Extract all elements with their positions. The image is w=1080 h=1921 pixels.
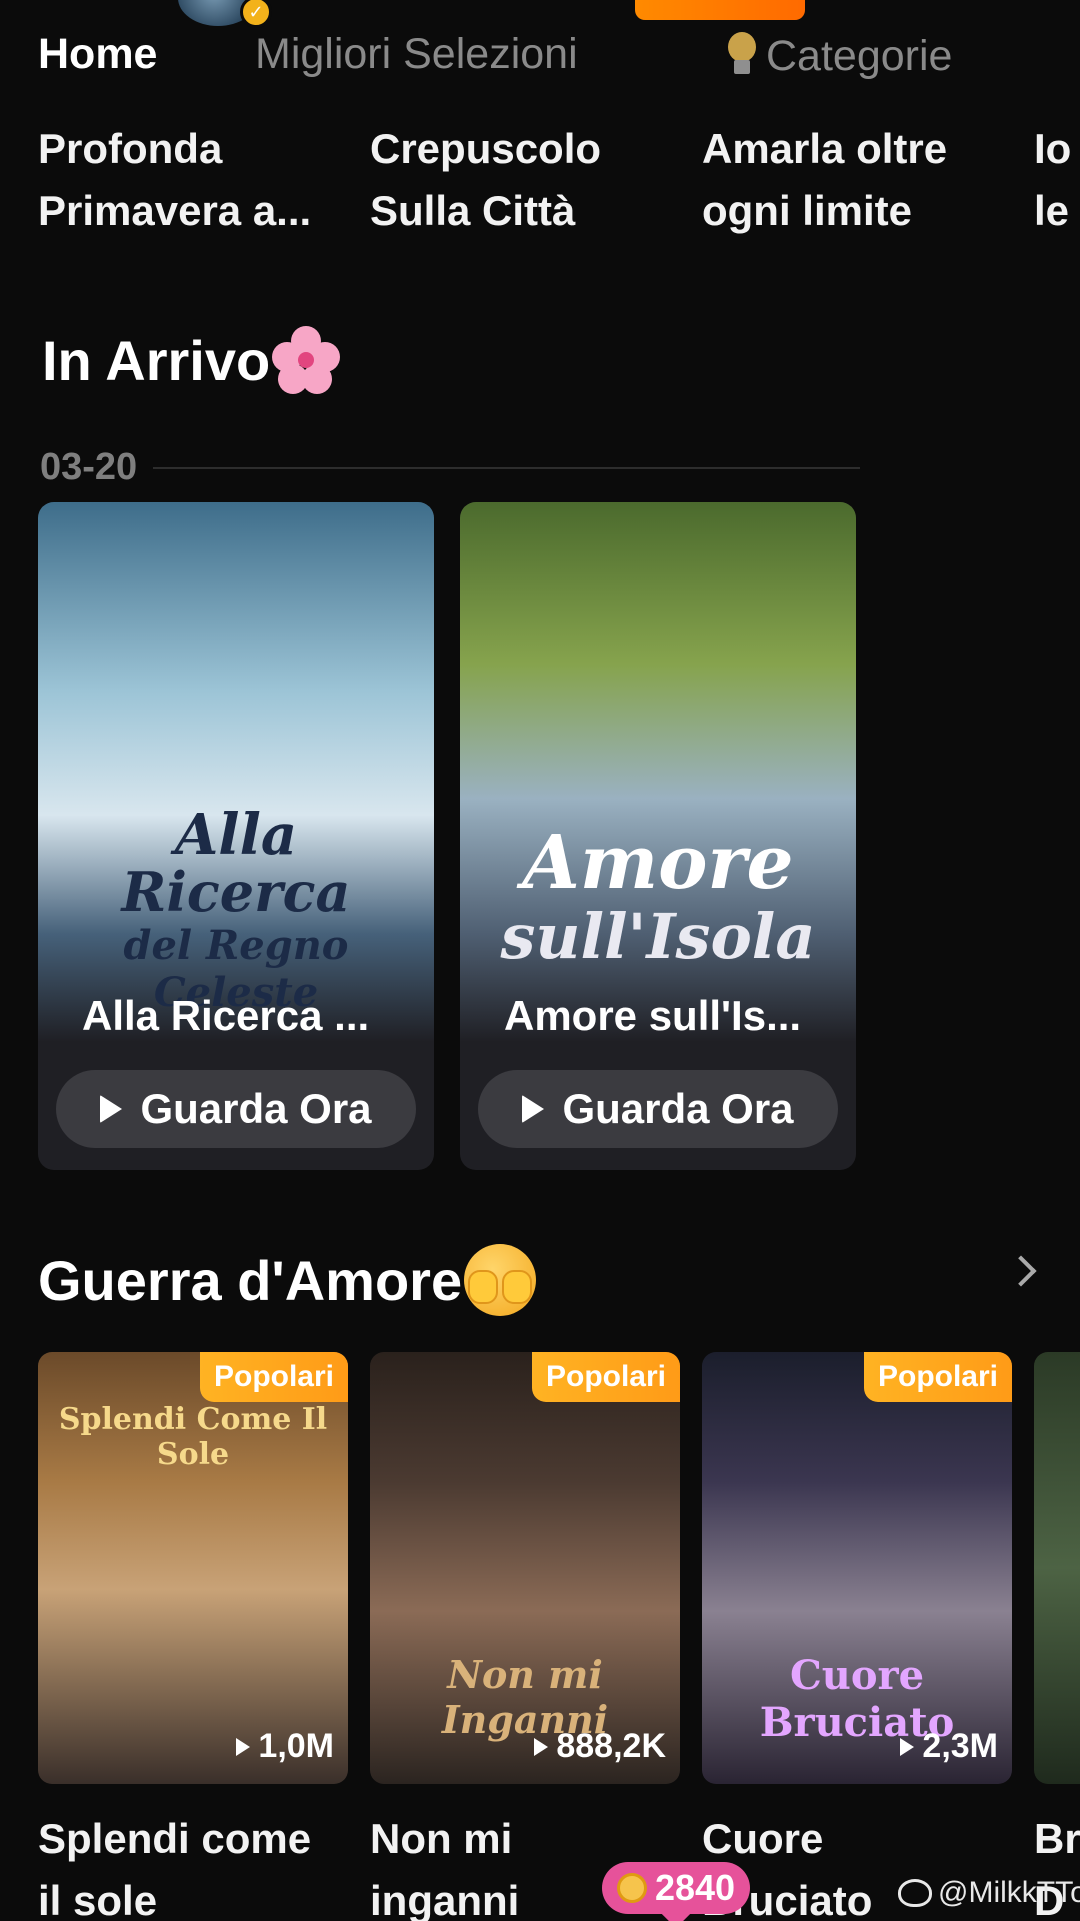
title-line: ogni limite (702, 187, 912, 234)
drama-title-line: Splendi come (38, 1815, 312, 1862)
verified-badge-icon: ✓ (240, 0, 272, 28)
promo-button[interactable] (635, 0, 805, 20)
title-line: Primavera a... (38, 187, 312, 234)
play-icon (522, 1095, 545, 1123)
drama-card[interactable]: Cuore Bruciato Popolari 2,3M Cuore Bruci… (702, 1352, 1012, 1921)
poster-image: Amore sull'Isola (460, 502, 856, 1042)
poster-image: Splendi Come Il Sole Popolari 1,0M (38, 1352, 348, 1784)
view-count-text: 888,2K (556, 1727, 666, 1765)
tab-categorie-label: Categorie (766, 31, 953, 80)
upcoming-title: Amore sull'Is... (504, 992, 802, 1039)
title-strip-item[interactable]: Crepuscolo Sulla Città (370, 118, 670, 242)
shy-face-emoji-icon (464, 1244, 537, 1316)
drama-card[interactable]: Br D (1034, 1352, 1080, 1921)
drama-card[interactable]: Splendi Come Il Sole Popolari 1,0M Splen… (38, 1352, 348, 1921)
tab-migliori-selezioni[interactable]: Migliori Selezioni (255, 30, 578, 79)
lightbulb-icon (722, 30, 762, 82)
view-count: 888,2K (534, 1727, 666, 1766)
upcoming-card[interactable]: Alla Ricerca del Regno Celeste Alla Rice… (38, 502, 434, 1170)
tab-home[interactable]: Home (38, 30, 157, 79)
scan-icon[interactable] (850, 0, 914, 8)
title-strip-item[interactable]: Amarla oltre ogni limite (702, 118, 1002, 242)
chevron-right-icon[interactable] (1005, 1255, 1037, 1287)
poster-image (1034, 1352, 1080, 1784)
view-count-text: 2,3M (922, 1727, 998, 1765)
poster-title-line: Amore (522, 820, 794, 906)
release-date: 03-20 (40, 446, 138, 488)
drama-title-line: Non mi (370, 1815, 513, 1862)
cherry-blossom-icon (270, 324, 342, 396)
poster-title-line: Alla (174, 802, 298, 868)
watch-now-label: Guarda Ora (140, 1085, 372, 1132)
play-icon (236, 1737, 251, 1756)
weibo-icon (898, 1879, 932, 1907)
section-title-guerra-d-amore: Guerra d'Amore (38, 1244, 537, 1316)
poster-image: Alla Ricerca del Regno Celeste (38, 502, 434, 1042)
title-strip-item[interactable]: Io le (1034, 118, 1080, 242)
title-strip-item[interactable]: Profonda Primavera a... (38, 118, 338, 242)
play-icon (534, 1737, 549, 1756)
title-line: Crepuscolo (370, 125, 602, 172)
poster-title-line: Ricerca (121, 860, 351, 924)
section-title-text: Guerra d'Amore (38, 1248, 463, 1312)
top-bar: ✓ (0, 0, 1080, 28)
upcoming-title: Alla Ricerca ... (82, 992, 370, 1039)
divider (153, 466, 860, 469)
drama-card[interactable]: Non mi Inganni Popolari 888,2K Non mi in… (370, 1352, 680, 1921)
poster-title: Splendi Come Il Sole (58, 1402, 328, 1472)
watch-now-label: Guarda Ora (562, 1085, 794, 1132)
date-row: 03-20 (40, 446, 860, 489)
play-icon (100, 1095, 123, 1123)
play-icon (900, 1737, 915, 1756)
view-count: 1,0M (236, 1727, 334, 1766)
tab-categorie[interactable]: Categorie (722, 30, 952, 82)
coin-icon (616, 1873, 647, 1903)
title-line: Io (1034, 125, 1072, 172)
title-line: le (1034, 187, 1070, 234)
popular-badge: Popolari (863, 1352, 1012, 1402)
poster-image: Cuore Bruciato Popolari 2,3M (702, 1352, 1012, 1784)
drama-title: Splendi come il sole (38, 1808, 348, 1921)
section-title-in-arrivo: In Arrivo (42, 324, 342, 396)
view-count: 2,3M (900, 1727, 998, 1766)
watermark: @MilkkTTo (898, 1876, 1080, 1910)
drama-title-line: Br (1034, 1815, 1080, 1862)
section-title-text: In Arrivo (42, 328, 271, 392)
popular-badge: Popolari (199, 1352, 348, 1402)
upcoming-card[interactable]: Amore sull'Isola Amore sull'Is... Guarda… (460, 502, 856, 1170)
drama-title-line: il sole (38, 1877, 158, 1921)
title-line: Sulla Città (370, 187, 576, 234)
watermark-text: @MilkkTTo (938, 1876, 1080, 1909)
drama-title-line: Cuore (702, 1815, 824, 1862)
coin-balance-button[interactable]: 2840 (602, 1862, 750, 1921)
title-line: Amarla oltre (702, 125, 948, 172)
watch-now-button[interactable]: Guarda Ora (56, 1070, 416, 1148)
view-count-text: 1,0M (258, 1727, 334, 1765)
coin-count: 2840 (654, 1867, 736, 1908)
poster-image: Non mi Inganni Popolari 888,2K (370, 1352, 680, 1784)
poster-title-line: sull'Isola (500, 900, 816, 973)
watch-now-button[interactable]: Guarda Ora (478, 1070, 838, 1148)
title-strip: Profonda Primavera a... Crepuscolo Sulla… (0, 118, 1080, 238)
title-line: Profonda (38, 125, 223, 172)
popular-badge: Popolari (531, 1352, 680, 1402)
